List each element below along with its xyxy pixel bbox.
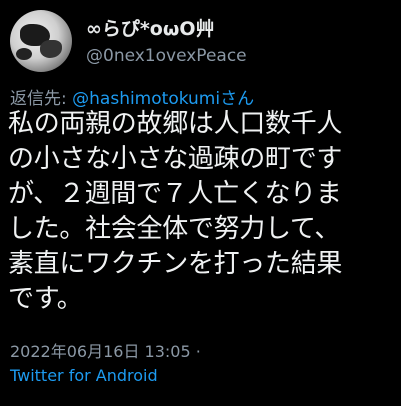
reply-prefix: 返信先: bbox=[10, 89, 73, 109]
reply-suffix: さん bbox=[220, 89, 255, 109]
avatar[interactable] bbox=[10, 10, 72, 72]
avatar-shape bbox=[16, 48, 32, 60]
author-display-name[interactable]: ∞らぴ*oωO艸 bbox=[86, 14, 214, 41]
tweet-timestamp[interactable]: 2022年06月16日 13:05 · bbox=[10, 338, 201, 362]
tweet-source-link[interactable]: Twitter for Android bbox=[10, 366, 158, 385]
tweet-header: ∞らぴ*oωO艸 @0nex1ovexPeace bbox=[10, 6, 390, 76]
reply-mention-link[interactable]: @hashimotokumi bbox=[72, 89, 220, 109]
reply-to-line: 返信先: @hashimotokumiさん bbox=[10, 84, 254, 109]
author-handle[interactable]: @0nex1ovexPeace bbox=[86, 46, 247, 66]
avatar-shape bbox=[40, 40, 62, 58]
tweet-text: 私の両親の故郷は人口数千人 の小さな小さな過疎の町です が、２週間で７人亡くなり… bbox=[8, 109, 343, 314]
